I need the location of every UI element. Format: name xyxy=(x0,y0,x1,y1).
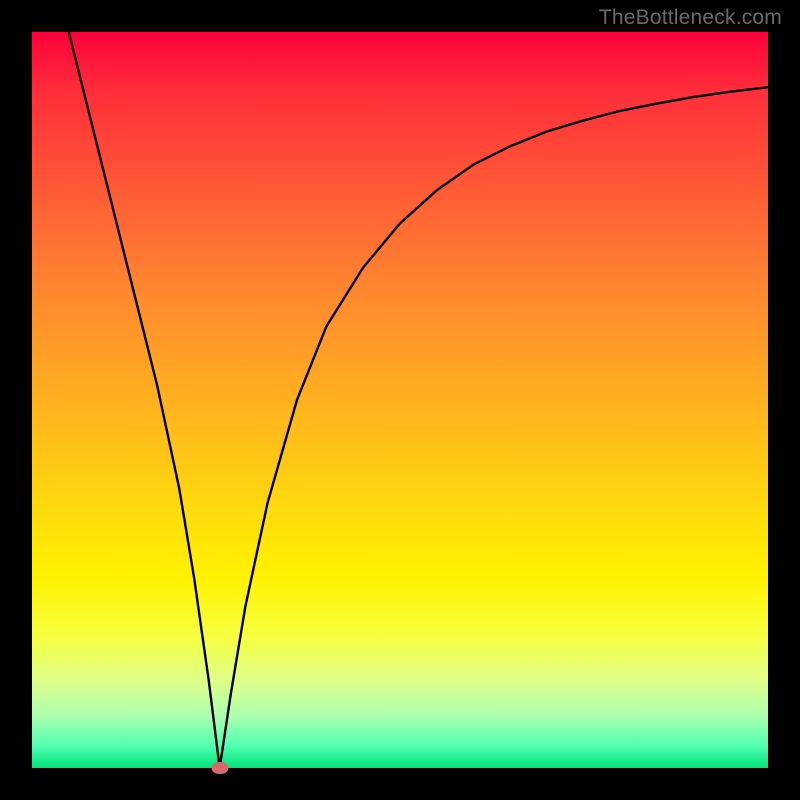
plot-area xyxy=(32,32,768,768)
watermark-label: TheBottleneck.com xyxy=(599,6,782,30)
chart-frame: TheBottleneck.com xyxy=(0,0,800,800)
